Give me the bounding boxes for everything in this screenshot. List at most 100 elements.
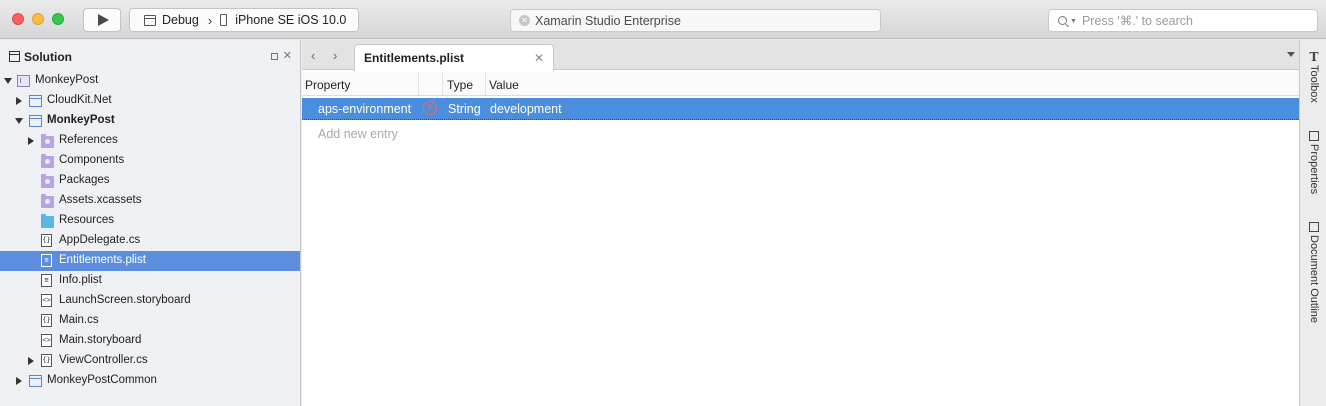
tree-item-label: References <box>59 134 118 146</box>
dock-toolbox[interactable]: T Toolbox <box>1304 51 1324 103</box>
tab-entitlements-plist[interactable]: Entitlements.plist ✕ <box>354 44 554 71</box>
device-label: iPhone SE iOS 10.0 <box>235 13 347 27</box>
code-file-icon: {} <box>41 234 52 247</box>
dock-label: Document Outline <box>1308 235 1320 324</box>
storyboard-file-icon: <> <box>41 294 52 307</box>
configuration-label: Debug <box>162 13 199 27</box>
tree-item-label: AppDelegate.cs <box>59 234 141 246</box>
dock-label: Properties <box>1308 144 1320 195</box>
property-cell[interactable]: aps-environment <box>318 102 411 116</box>
tree-item-monkeypostcommon[interactable]: MonkeyPostCommon <box>0 371 300 391</box>
remove-entry-icon[interactable]: ✕ <box>423 101 437 115</box>
tree-item-label: MonkeyPost <box>35 74 99 86</box>
code-file-icon: {} <box>41 314 52 327</box>
chevron-down-icon: ▼ <box>1070 18 1077 25</box>
tree-item-label: CloudKit.Net <box>47 94 112 106</box>
window-close-button[interactable] <box>12 13 24 25</box>
editor-area: ‹ › Entitlements.plist ✕ Property Type V… <box>302 40 1299 406</box>
search-icon <box>1058 16 1067 25</box>
solution-icon <box>17 75 30 87</box>
tree-item-launchscreen-storyboard[interactable]: <> LaunchScreen.storyboard <box>0 291 300 311</box>
collapse-arrow-icon[interactable] <box>28 357 34 365</box>
expand-arrow-icon[interactable] <box>15 118 23 124</box>
collapse-arrow-icon[interactable] <box>28 137 34 145</box>
column-separator <box>442 72 443 96</box>
configuration-icon <box>144 14 156 26</box>
dock-icon[interactable] <box>270 52 278 60</box>
add-new-entry[interactable]: Add new entry <box>318 127 398 141</box>
tree-item-label: LaunchScreen.storyboard <box>59 294 191 306</box>
navigate-back-icon[interactable]: ‹ <box>311 48 315 63</box>
tab-title: Entitlements.plist <box>364 51 465 65</box>
properties-icon <box>1309 131 1319 141</box>
close-icon[interactable]: ✕ <box>283 51 292 62</box>
tree-item-cloudkit-net[interactable]: CloudKit.Net <box>0 91 300 111</box>
play-icon <box>98 14 109 26</box>
solution-pad-title: Solution <box>24 49 72 64</box>
window-minimize-button[interactable] <box>32 13 44 25</box>
window-zoom-button[interactable] <box>52 13 64 25</box>
tab-bar: ‹ › Entitlements.plist ✕ <box>302 40 1299 71</box>
references-folder-icon <box>41 134 54 148</box>
project-icon <box>29 95 42 107</box>
tree-item-packages[interactable]: Packages <box>0 171 300 191</box>
tab-overflow-icon[interactable] <box>1287 52 1295 57</box>
value-cell[interactable]: development <box>490 102 562 116</box>
plist-file-icon: ≡ <box>41 254 52 267</box>
tree-item-label: Info.plist <box>59 274 102 286</box>
plist-column-header: Property Type Value <box>302 72 1299 96</box>
xamarin-icon: ✕ <box>519 15 530 26</box>
dock-document-outline[interactable]: Document Outline <box>1304 222 1324 323</box>
plist-row-selected[interactable]: aps-environment ✕ String development <box>302 98 1299 120</box>
chevron-right-icon: › <box>207 12 213 28</box>
tree-item-assets-xcassets[interactable]: Assets.xcassets <box>0 191 300 211</box>
folder-icon <box>41 214 54 228</box>
solution-pad-icon <box>9 51 20 62</box>
tree-item-label: Packages <box>59 174 110 186</box>
collapse-arrow-icon[interactable] <box>16 97 22 105</box>
type-cell[interactable]: String <box>448 102 481 116</box>
navigate-forward-icon[interactable]: › <box>333 48 337 63</box>
solution-pad: Solution ✕ MonkeyPost CloudKit.Net Monke… <box>0 40 301 406</box>
tree-item-main-storyboard[interactable]: <> Main.storyboard <box>0 331 300 351</box>
tree-item-entitlements-plist[interactable]: ≡ Entitlements.plist <box>0 251 300 271</box>
tree-item-monkeypost-solution[interactable]: MonkeyPost <box>0 71 300 91</box>
status-text: Xamarin Studio Enterprise <box>535 13 681 28</box>
expand-arrow-icon[interactable] <box>4 78 12 84</box>
right-dock: T Toolbox Properties Document Outline <box>1299 40 1326 406</box>
tree-item-appdelegate-cs[interactable]: {} AppDelegate.cs <box>0 231 300 251</box>
column-type[interactable]: Type <box>447 78 473 92</box>
tree-item-label: MonkeyPost <box>47 114 115 126</box>
code-file-icon: {} <box>41 354 52 367</box>
collapse-arrow-icon[interactable] <box>16 377 22 385</box>
tree-item-label: Resources <box>59 214 114 226</box>
tree-item-references[interactable]: References <box>0 131 300 151</box>
run-button[interactable] <box>83 8 121 32</box>
column-value[interactable]: Value <box>489 78 519 92</box>
tree-item-resources[interactable]: Resources <box>0 211 300 231</box>
dock-properties[interactable]: Properties <box>1304 131 1324 194</box>
tree-item-viewcontroller-cs[interactable]: {} ViewController.cs <box>0 351 300 371</box>
search-placeholder: Press '⌘.' to search <box>1081 14 1193 28</box>
tree-item-info-plist[interactable]: ≡ Info.plist <box>0 271 300 291</box>
column-separator <box>485 72 486 96</box>
main-toolbar: Debug › iPhone SE iOS 10.0 ✕ Xamarin Stu… <box>0 0 1326 39</box>
tab-close-icon[interactable]: ✕ <box>534 51 544 65</box>
configuration-selector[interactable]: Debug › iPhone SE iOS 10.0 <box>129 8 359 32</box>
project-icon <box>29 375 42 387</box>
phone-icon <box>220 14 228 26</box>
tree-item-label: Main.storyboard <box>59 334 142 346</box>
tree-item-monkeypost-project[interactable]: MonkeyPost <box>0 111 300 131</box>
project-icon <box>29 115 42 127</box>
components-folder-icon <box>41 154 54 168</box>
dock-label: Toolbox <box>1308 65 1320 103</box>
tree-item-label: ViewController.cs <box>59 354 148 366</box>
tree-item-label: MonkeyPostCommon <box>47 374 157 386</box>
solution-pad-header: Solution ✕ <box>0 40 300 73</box>
tree-item-components[interactable]: Components <box>0 151 300 171</box>
tree-item-label: Main.cs <box>59 314 99 326</box>
tree-item-main-cs[interactable]: {} Main.cs <box>0 311 300 331</box>
status-bar: ✕ Xamarin Studio Enterprise <box>510 9 881 32</box>
column-property[interactable]: Property <box>305 78 350 92</box>
search-input[interactable]: ▼ Press '⌘.' to search <box>1048 9 1318 32</box>
